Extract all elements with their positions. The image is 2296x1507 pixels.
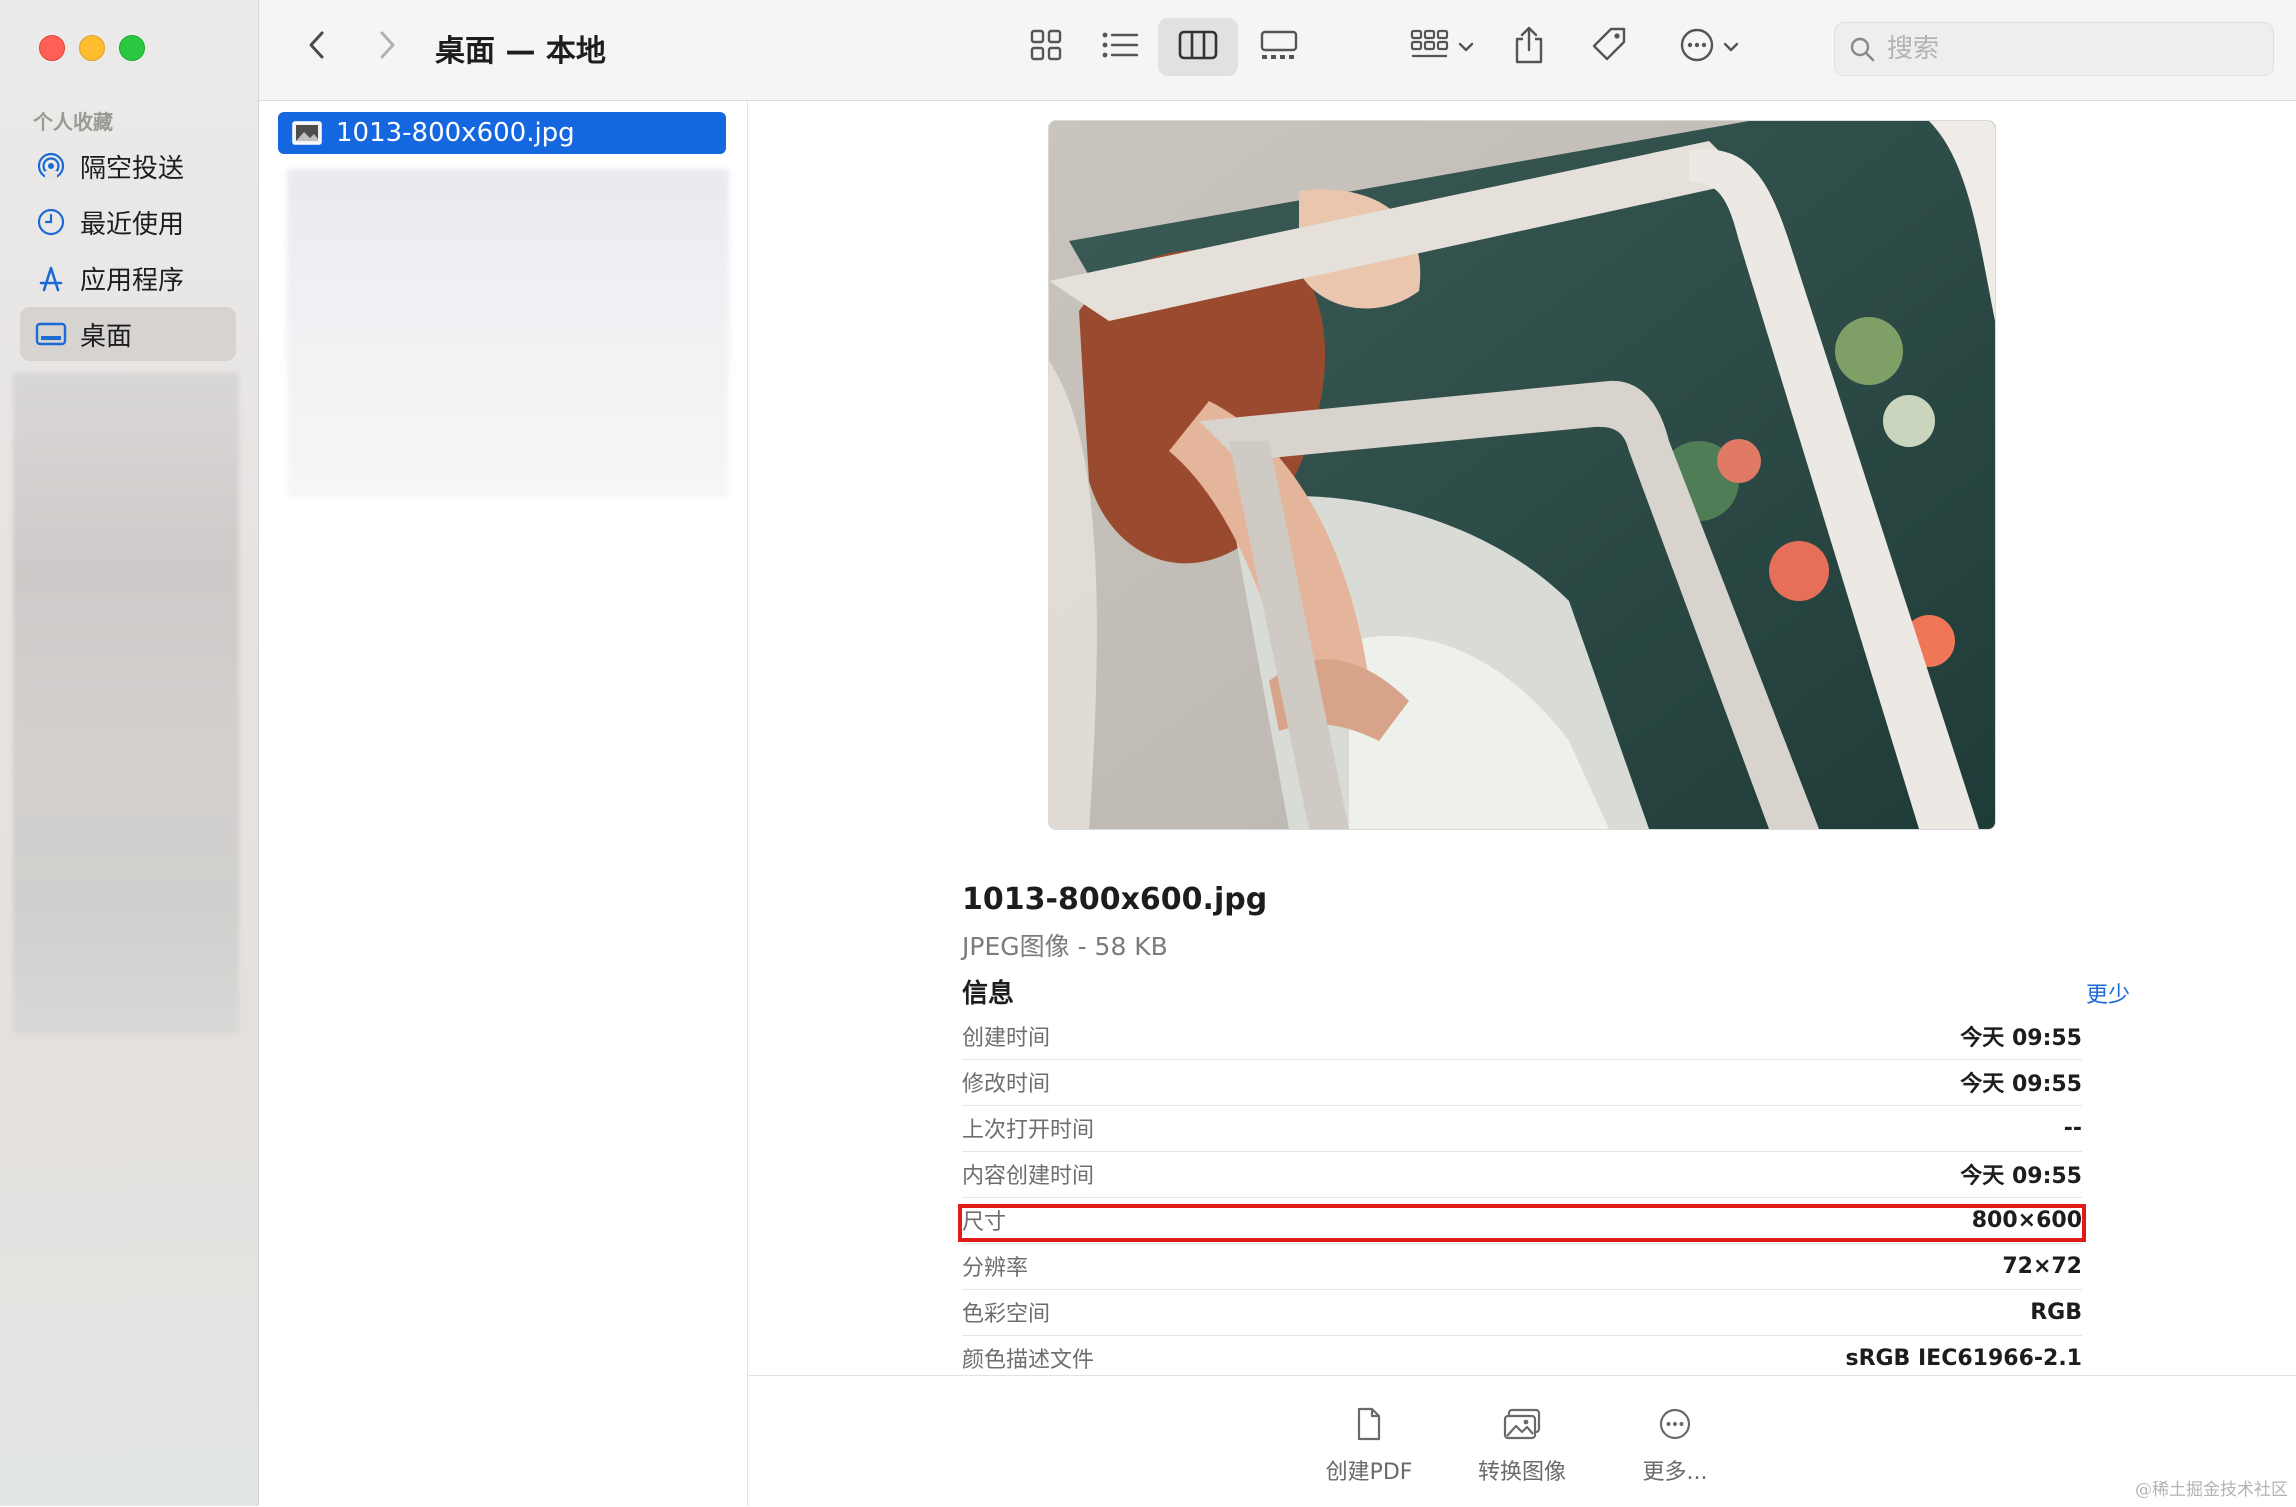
- more-icon: [1658, 1406, 1692, 1442]
- sidebar-item-airdrop[interactable]: 隔空投送: [20, 139, 236, 193]
- info-value: sRGB IEC61966-2.1: [1845, 1345, 2082, 1371]
- dimensions-highlight-box: [958, 1204, 2086, 1242]
- sidebar-item-applications[interactable]: 应用程序: [20, 251, 236, 305]
- tags-button[interactable]: [1581, 18, 1637, 76]
- preview-file-kind: JPEG图像 - 58 KB: [962, 932, 1168, 961]
- create-pdf-button[interactable]: 创建PDF: [1289, 1376, 1449, 1507]
- sidebar: 个人收藏 隔空投送 最近使用 应用程序 桌面: [0, 0, 259, 1506]
- photo-preview: [1048, 120, 1996, 830]
- info-value: 72×72: [2002, 1253, 2082, 1279]
- sidebar-item-label: 应用程序: [80, 265, 185, 296]
- group-by-button[interactable]: [1397, 18, 1487, 76]
- preview-file-name: 1013-800x600.jpg: [962, 882, 1268, 917]
- group-grid-icon: [1410, 28, 1450, 66]
- gallery-view-button[interactable]: [1244, 18, 1314, 76]
- info-key: 创建时间: [962, 1026, 1051, 1051]
- back-button[interactable]: [292, 18, 342, 76]
- desktop-icon: [34, 317, 68, 351]
- search-input[interactable]: [1885, 33, 2249, 65]
- info-row-last-opened: 上次打开时间 --: [962, 1105, 2082, 1152]
- preview-pane: 1013-800x600.jpg JPEG图像 - 58 KB 信息 更少 创建…: [748, 101, 2296, 1506]
- image-file-icon: [292, 121, 322, 145]
- list-view-button[interactable]: [1090, 18, 1150, 76]
- info-row-modified: 修改时间 今天 09:55: [962, 1059, 2082, 1106]
- info-key: 修改时间: [962, 1072, 1051, 1097]
- applications-icon: [34, 261, 68, 295]
- info-row-color-space: 色彩空间 RGB: [962, 1289, 2082, 1336]
- ellipsis-circle-icon: [1679, 27, 1715, 67]
- window-minimize-button[interactable]: [79, 35, 105, 61]
- info-key: 上次打开时间: [962, 1118, 1095, 1143]
- window-close-button[interactable]: [39, 35, 65, 61]
- action-label: 转换图像: [1477, 1460, 1566, 1485]
- columns-icon: [1178, 29, 1218, 65]
- favorites-heading: 个人收藏: [33, 110, 113, 134]
- info-value: 今天 09:55: [1960, 1026, 2082, 1051]
- document-icon: [1356, 1406, 1382, 1442]
- info-value: 今天 09:55: [1960, 1072, 2082, 1097]
- quick-actions-bar: 创建PDF 转换图像 更多...: [748, 1375, 2296, 1507]
- window-maximize-button[interactable]: [119, 35, 145, 61]
- info-key: 内容创建时间: [962, 1164, 1095, 1189]
- sidebar-item-label: 隔空投送: [80, 153, 185, 184]
- file-row-selected[interactable]: 1013-800x600.jpg: [278, 112, 726, 154]
- chevron-down-icon: [1723, 38, 1739, 57]
- sidebar-blurred-area: [13, 372, 239, 1034]
- convert-image-button[interactable]: 转换图像: [1442, 1376, 1602, 1507]
- forward-button[interactable]: [362, 18, 412, 76]
- chevron-down-icon: [1458, 38, 1474, 57]
- clock-icon: [34, 205, 68, 239]
- more-actions-button[interactable]: [1669, 18, 1749, 76]
- info-value: 今天 09:55: [1960, 1164, 2082, 1189]
- photos-icon: [1503, 1406, 1541, 1442]
- toolbar: 桌面 — 本地: [259, 0, 2296, 101]
- airdrop-icon: [34, 149, 68, 183]
- column-view-button[interactable]: [1158, 18, 1238, 76]
- chevron-right-icon: [377, 30, 397, 64]
- file-name-label: 1013-800x600.jpg: [336, 118, 575, 148]
- tag-icon: [1589, 25, 1629, 69]
- search-icon: [1849, 36, 1875, 62]
- show-less-link[interactable]: 更少: [2035, 977, 2130, 1009]
- info-row-resolution: 分辨率 72×72: [962, 1243, 2082, 1290]
- info-value: RGB: [2030, 1299, 2082, 1325]
- more-button[interactable]: 更多...: [1595, 1376, 1755, 1507]
- info-key: 分辨率: [962, 1256, 1029, 1281]
- gallery-icon: [1259, 29, 1299, 65]
- info-key: 色彩空间: [962, 1302, 1051, 1327]
- info-value: --: [2063, 1115, 2082, 1141]
- info-heading: 信息: [962, 979, 1015, 1009]
- action-label: 创建PDF: [1325, 1460, 1413, 1485]
- share-icon: [1512, 25, 1546, 69]
- blurred-file-list: [287, 169, 729, 497]
- sidebar-item-desktop[interactable]: 桌面: [20, 307, 236, 361]
- info-row-created: 创建时间 今天 09:55: [962, 1013, 2082, 1060]
- watermark: @稀土掘金技术社区: [2135, 1480, 2288, 1500]
- share-button[interactable]: [1504, 18, 1554, 76]
- file-column: 1013-800x600.jpg: [259, 101, 748, 1506]
- sidebar-item-recents[interactable]: 最近使用: [20, 195, 236, 249]
- action-label: 更多...: [1642, 1460, 1708, 1485]
- icon-view-button[interactable]: [1016, 18, 1076, 76]
- info-key: 颜色描述文件: [962, 1348, 1095, 1373]
- info-row-content-created: 内容创建时间 今天 09:55: [962, 1151, 2082, 1198]
- list-icon: [1101, 30, 1139, 64]
- window-title: 桌面 — 本地: [435, 34, 606, 69]
- sidebar-item-label: 桌面: [80, 321, 133, 352]
- chevron-left-icon: [307, 30, 327, 64]
- search-field[interactable]: [1834, 22, 2274, 76]
- grid-icon: [1029, 28, 1063, 66]
- sidebar-item-label: 最近使用: [80, 209, 185, 240]
